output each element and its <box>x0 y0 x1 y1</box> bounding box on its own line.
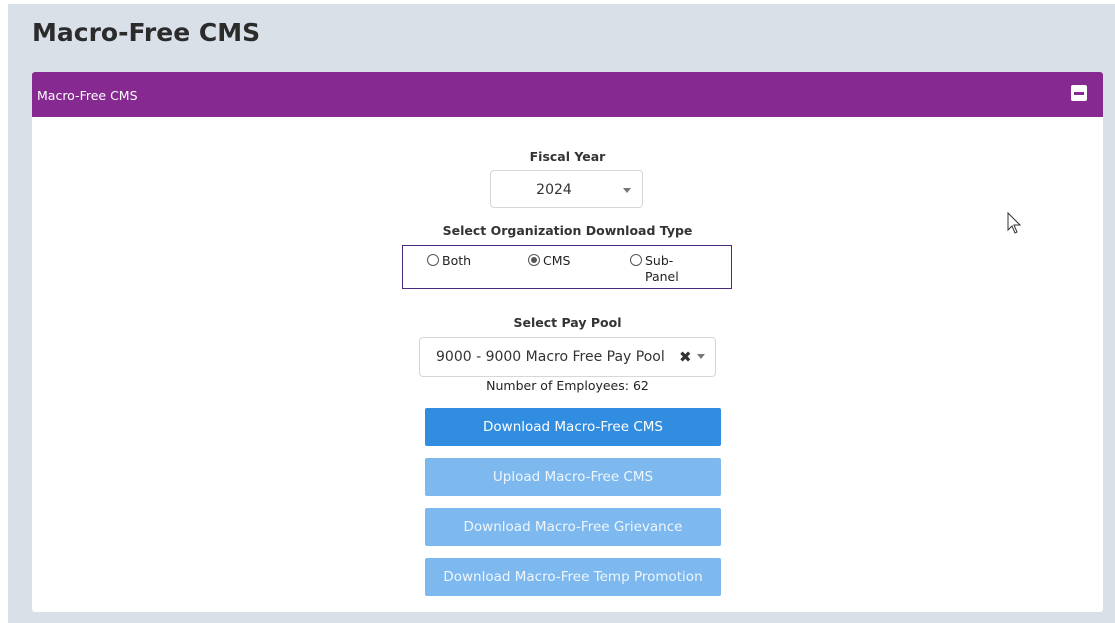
panel-header: Macro-Free CMS <box>32 72 1103 117</box>
page-title: Macro-Free CMS <box>32 18 261 47</box>
radio-sub-panel-label: Sub- Panel <box>645 253 679 285</box>
download-temp-promotion-button[interactable]: Download Macro-Free Temp Promotion <box>425 558 721 596</box>
collapse-icon[interactable] <box>1071 85 1087 101</box>
pay-pool-label: Select Pay Pool <box>513 315 622 330</box>
radio-sub-panel-label-line1: Sub- <box>645 253 674 268</box>
download-type-radio-group: Both CMS Sub- Panel <box>402 245 732 289</box>
download-grievance-button[interactable]: Download Macro-Free Grievance <box>425 508 721 546</box>
radio-sub-panel[interactable]: Sub- Panel <box>630 253 679 285</box>
macro-free-cms-panel: Macro-Free CMS Fiscal Year 2024 Select O… <box>32 72 1103 612</box>
panel-header-title: Macro-Free CMS <box>37 88 138 103</box>
fiscal-year-select[interactable]: 2024 <box>490 170 643 208</box>
upload-cms-button[interactable]: Upload Macro-Free CMS <box>425 458 721 496</box>
pay-pool-value: 9000 - 9000 Macro Free Pay Pool <box>436 349 665 365</box>
clear-icon[interactable]: ✖ <box>679 348 692 366</box>
radio-both-circle[interactable] <box>427 254 439 266</box>
radio-cms-circle[interactable] <box>528 254 540 266</box>
chevron-down-icon <box>623 188 631 193</box>
radio-sub-panel-circle[interactable] <box>630 254 642 266</box>
radio-cms[interactable]: CMS <box>528 253 570 268</box>
pay-pool-select[interactable]: 9000 - 9000 Macro Free Pay Pool ✖ <box>419 337 716 377</box>
radio-both-label: Both <box>442 253 472 268</box>
employee-count: Number of Employees: 62 <box>486 378 649 393</box>
radio-both[interactable]: Both <box>427 253 471 268</box>
fiscal-year-label: Fiscal Year <box>529 149 606 164</box>
radio-cms-label: CMS <box>543 253 571 268</box>
mouse-cursor-icon <box>1007 212 1022 234</box>
chevron-down-icon <box>697 354 705 359</box>
fiscal-year-value: 2024 <box>536 182 572 198</box>
download-type-label: Select Organization Download Type <box>442 223 693 238</box>
download-cms-button[interactable]: Download Macro-Free CMS <box>425 408 721 446</box>
radio-sub-panel-label-line2: Panel <box>645 269 679 284</box>
